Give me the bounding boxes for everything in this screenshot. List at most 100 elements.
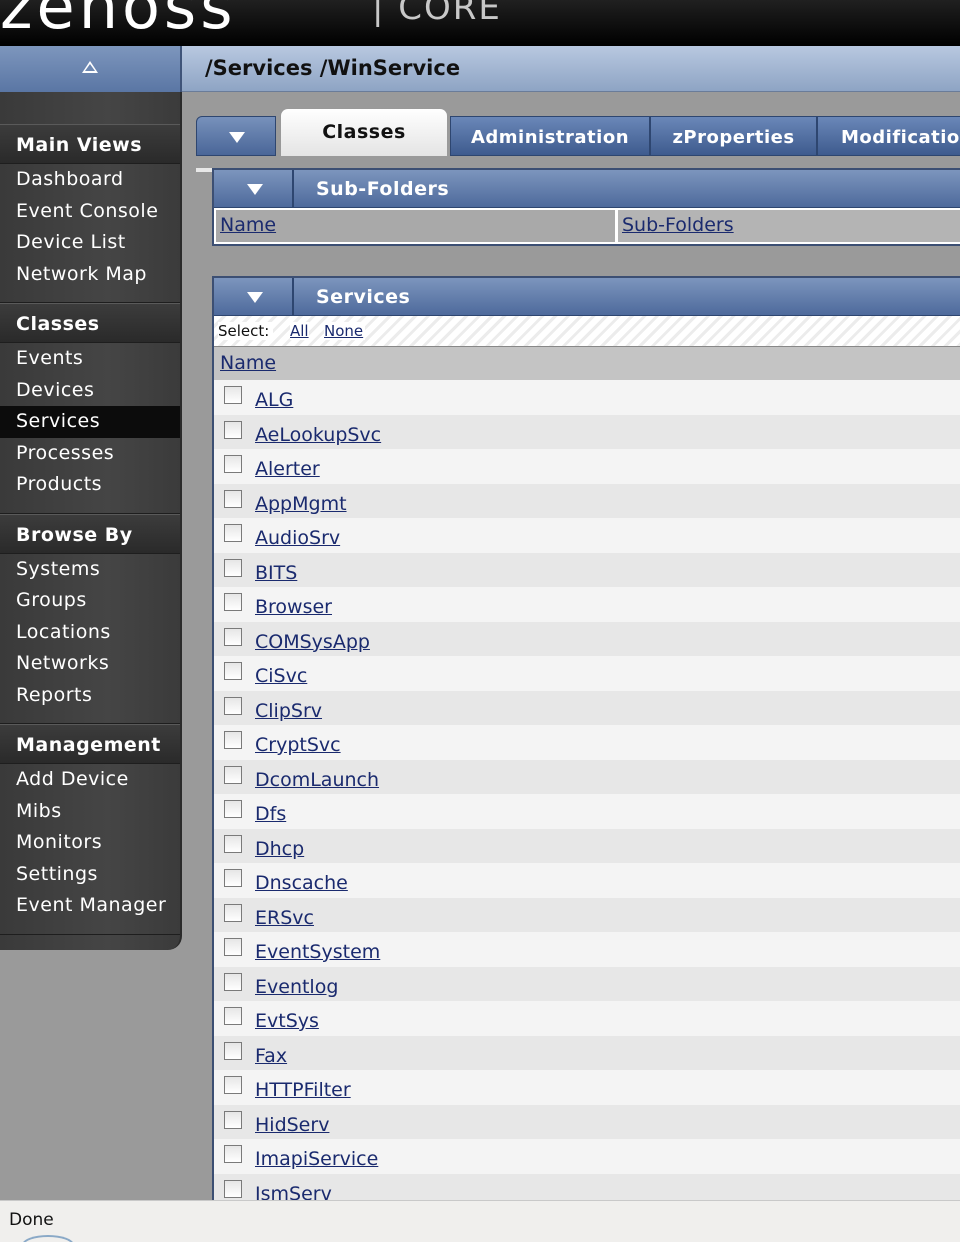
service-checkbox[interactable]: [224, 1007, 242, 1025]
sidebar-item-groups[interactable]: Groups: [0, 585, 180, 617]
sidebar-item-mibs[interactable]: Mibs: [0, 796, 180, 828]
service-link[interactable]: ALG: [255, 389, 293, 411]
sidebar-item-event-manager[interactable]: Event Manager: [0, 890, 180, 922]
service-link[interactable]: IsmServ: [255, 1183, 332, 1201]
service-link[interactable]: Dhcp: [255, 838, 304, 860]
services-collapse-chevron-down-icon[interactable]: [214, 278, 294, 315]
sidebar-item-services[interactable]: Services: [0, 406, 180, 438]
service-checkbox[interactable]: [224, 1041, 242, 1060]
service-link[interactable]: ERSvc: [255, 907, 314, 929]
subfolders-subfolders-column: Sub-Folders: [618, 210, 960, 242]
service-checkbox[interactable]: [224, 903, 242, 922]
service-checkbox[interactable]: [224, 489, 242, 508]
service-checkbox[interactable]: [224, 627, 242, 646]
service-row: AppMgmt: [214, 483, 960, 518]
service-checkbox[interactable]: [224, 1145, 242, 1163]
sidebar-item-networks[interactable]: Networks: [0, 648, 180, 680]
services-panel: Services Select: All None Name ALG AeLook…: [212, 276, 960, 1206]
service-link[interactable]: Dfs: [255, 803, 286, 825]
service-checkbox[interactable]: [224, 386, 242, 404]
service-checkbox[interactable]: [224, 972, 242, 991]
sidebar-item-products[interactable]: Products: [0, 469, 180, 501]
sidebar-item-systems[interactable]: Systems: [0, 554, 180, 586]
service-link[interactable]: COMSysApp: [255, 631, 370, 653]
sidebar-item-events[interactable]: Events: [0, 343, 180, 375]
services-panel-title: Services: [316, 286, 411, 308]
sidebar-item-monitors[interactable]: Monitors: [0, 827, 180, 859]
service-checkbox[interactable]: [224, 800, 242, 818]
service-checkbox[interactable]: [224, 455, 242, 473]
subfolders-column-headers: Name Sub-Folders: [214, 208, 960, 246]
service-link[interactable]: AppMgmt: [255, 493, 347, 515]
service-link[interactable]: Dnscache: [255, 872, 348, 894]
service-link[interactable]: EvtSys: [255, 1010, 319, 1032]
subfolders-name-sort-link[interactable]: Name: [220, 214, 276, 236]
service-checkbox[interactable]: [224, 558, 242, 577]
sidebar-item-locations[interactable]: Locations: [0, 617, 180, 649]
tab-zproperties[interactable]: zProperties: [650, 116, 817, 156]
service-link[interactable]: DcomLaunch: [255, 769, 379, 791]
breadcrumb: /Services /WinService: [205, 56, 461, 80]
breadcrumb-bar: /Services /WinService: [0, 46, 960, 92]
service-link[interactable]: Eventlog: [255, 976, 338, 998]
service-checkbox[interactable]: [224, 834, 242, 853]
service-checkbox[interactable]: [224, 1179, 242, 1198]
select-label: Select:: [218, 322, 274, 340]
service-row: BITS: [214, 552, 960, 587]
tab-menu-chevron-down-icon[interactable]: [196, 116, 276, 156]
service-link[interactable]: AudioSrv: [255, 527, 340, 549]
service-link[interactable]: Alerter: [255, 458, 320, 480]
service-link[interactable]: AeLookupSvc: [255, 424, 381, 446]
service-row: CiSvc: [214, 656, 960, 691]
service-checkbox[interactable]: [224, 1076, 242, 1094]
collapse-up-icon[interactable]: [0, 46, 182, 92]
services-column-header: Name: [214, 346, 960, 380]
select-none-link[interactable]: None: [324, 322, 366, 340]
service-checkbox[interactable]: [224, 662, 242, 680]
service-link[interactable]: HidServ: [255, 1114, 329, 1136]
service-link[interactable]: EventSystem: [255, 941, 380, 963]
select-all-link[interactable]: All: [290, 322, 309, 340]
service-link[interactable]: BITS: [255, 562, 297, 584]
service-row: ImapiService: [214, 1139, 960, 1174]
service-row: EvtSys: [214, 1001, 960, 1036]
sidebar-item-add-device[interactable]: Add Device: [0, 764, 180, 796]
service-row: ALG: [214, 380, 960, 415]
sidebar-item-event-console[interactable]: Event Console: [0, 196, 180, 228]
service-checkbox[interactable]: [224, 593, 242, 611]
service-row: Dnscache: [214, 863, 960, 898]
services-name-sort-link[interactable]: Name: [220, 352, 276, 374]
service-checkbox[interactable]: [224, 1110, 242, 1129]
sidebar-nav: Main Views Dashboard Event Console Device L…: [0, 92, 182, 950]
sidebar-item-devices[interactable]: Devices: [0, 375, 180, 407]
tab-classes[interactable]: Classes: [280, 108, 448, 156]
service-link[interactable]: CryptSvc: [255, 734, 341, 756]
sidebar-item-device-list[interactable]: Device List: [0, 227, 180, 259]
service-link[interactable]: CiSvc: [255, 665, 307, 687]
subfolders-subfolders-sort-link[interactable]: Sub-Folders: [622, 214, 734, 236]
sidebar-item-processes[interactable]: Processes: [0, 438, 180, 470]
service-row: AeLookupSvc: [214, 414, 960, 449]
subfolders-collapse-chevron-down-icon[interactable]: [214, 170, 294, 207]
service-checkbox[interactable]: [224, 420, 242, 439]
service-checkbox[interactable]: [224, 765, 242, 784]
tab-modifications[interactable]: Modifications: [817, 116, 960, 156]
zenoss-logo: zenoss: [0, 0, 237, 43]
service-link[interactable]: Fax: [255, 1045, 287, 1067]
service-link[interactable]: Browser: [255, 596, 332, 618]
service-checkbox[interactable]: [224, 938, 242, 956]
service-checkbox[interactable]: [224, 696, 242, 715]
service-link[interactable]: HTTPFilter: [255, 1079, 351, 1101]
service-checkbox[interactable]: [224, 731, 242, 749]
service-link[interactable]: ImapiService: [255, 1148, 378, 1170]
sidebar-item-reports[interactable]: Reports: [0, 680, 180, 712]
service-checkbox[interactable]: [224, 524, 242, 542]
tab-administration[interactable]: Administration: [450, 116, 650, 156]
subfolders-panel-title: Sub-Folders: [316, 178, 450, 200]
service-checkbox[interactable]: [224, 869, 242, 887]
service-link[interactable]: ClipSrv: [255, 700, 322, 722]
sidebar-item-settings[interactable]: Settings: [0, 859, 180, 891]
sidebar-item-dashboard[interactable]: Dashboard: [0, 164, 180, 196]
sidebar-item-network-map[interactable]: Network Map: [0, 259, 180, 291]
service-row: CryptSvc: [214, 725, 960, 760]
